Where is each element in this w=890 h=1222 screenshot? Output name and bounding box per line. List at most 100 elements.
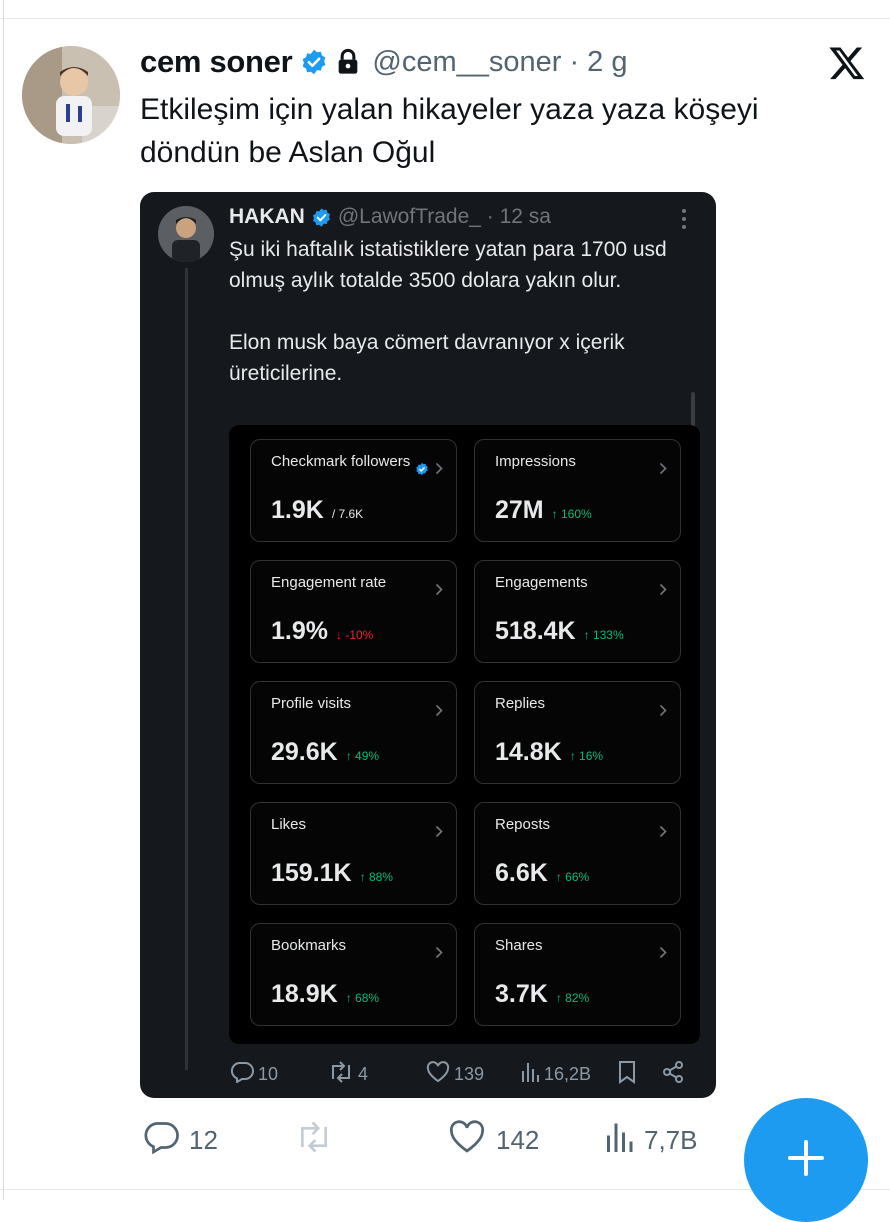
author-name[interactable]: cem soner: [140, 44, 293, 80]
tweet-header: cem soner @cem__soner · 2 g: [140, 42, 628, 82]
author-handle-time[interactable]: @cem__soner · 2 g: [372, 46, 627, 79]
stat-label: Engagement rate: [271, 574, 387, 591]
stat-value: 14.8K: [495, 738, 562, 766]
chevron-right-icon: [435, 583, 443, 601]
like-button[interactable]: 142: [448, 1119, 540, 1161]
quoted-like-button[interactable]: 139: [426, 1060, 484, 1088]
quoted-tweet-card[interactable]: HAKAN @LawofTrade_ · 12 sa Şu iki haftal…: [140, 192, 716, 1098]
stat-change: ↑ 82%: [555, 991, 590, 1005]
chevron-right-icon: [659, 946, 667, 964]
stat-value: 1.9%: [271, 617, 328, 645]
views-count: 7,7B: [644, 1124, 698, 1155]
stat-label: Replies: [495, 695, 546, 712]
stat-label: Shares: [495, 937, 543, 954]
quoted-text: Şu iki haftalık istatistiklere yatan par…: [229, 234, 709, 389]
chevron-right-icon: [659, 583, 667, 601]
quoted-text-paragraph-1: Şu iki haftalık istatistiklere yatan par…: [229, 238, 667, 292]
reply-icon: [143, 1120, 179, 1161]
stat-change: ↑ 16%: [569, 749, 604, 763]
stat-change: ↓ -10%: [335, 628, 374, 642]
stat-label: Impressions: [495, 453, 576, 470]
stat-change: ↑ 66%: [555, 870, 590, 884]
chevron-right-icon: [659, 462, 667, 480]
chevron-right-icon: [435, 946, 443, 964]
stat-card-replies[interactable]: Replies 14.8K ↑ 16%: [474, 681, 681, 784]
stat-change: ↑ 133%: [583, 628, 624, 642]
stat-label: Checkmark followers: [271, 453, 411, 470]
stat-value: 6.6K: [495, 859, 548, 887]
reply-count: 12: [189, 1124, 218, 1155]
views-icon: [520, 1061, 540, 1088]
verified-badge-icon: [300, 48, 328, 76]
heart-icon: [426, 1060, 450, 1088]
stat-card-engagements[interactable]: Engagements 518.4K ↑ 133%: [474, 560, 681, 663]
chevron-right-icon: [435, 462, 443, 480]
avatar-photo: [22, 46, 120, 144]
quoted-bookmark-button[interactable]: [617, 1060, 637, 1088]
like-count: 142: [496, 1124, 540, 1155]
top-divider: [0, 18, 890, 19]
stat-card-reposts[interactable]: Reposts 6.6K ↑ 66%: [474, 802, 681, 905]
compose-button[interactable]: [744, 1098, 868, 1222]
quoted-reply-button[interactable]: 10: [230, 1060, 278, 1088]
stat-change: ↑ 160%: [551, 507, 592, 521]
stat-label: Engagements: [495, 574, 588, 591]
views-icon: [604, 1120, 634, 1161]
heart-icon: [448, 1119, 486, 1161]
views-count: 16,2B: [544, 1063, 592, 1084]
stat-value: 29.6K: [271, 738, 338, 766]
stat-label: Profile visits: [271, 695, 352, 712]
quoted-text-paragraph-2: Elon musk baya cömert davranıyor x içeri…: [229, 331, 625, 385]
thread-line: [185, 268, 188, 1070]
stat-change: ↑ 49%: [345, 749, 380, 763]
stat-value: 1.9K: [271, 496, 324, 524]
views-button[interactable]: 7,7B: [604, 1120, 698, 1160]
quoted-repost-button[interactable]: 4: [328, 1060, 368, 1088]
repost-button[interactable]: [294, 1120, 334, 1160]
quoted-author-name[interactable]: HAKAN: [229, 205, 305, 229]
quoted-avatar[interactable]: [158, 206, 214, 262]
stat-label: Bookmarks: [271, 937, 347, 954]
like-count: 139: [454, 1063, 485, 1084]
stat-card-engagement-rate[interactable]: Engagement rate 1.9% ↓ -10%: [250, 560, 457, 663]
left-divider: [3, 0, 4, 1200]
stat-value: 518.4K: [495, 617, 576, 645]
quoted-views-button[interactable]: 16,2B: [520, 1060, 591, 1088]
chevron-right-icon: [435, 704, 443, 722]
stat-change: ↑ 68%: [345, 991, 380, 1005]
share-icon: [661, 1060, 685, 1089]
quoted-share-button[interactable]: [661, 1060, 685, 1088]
stat-label: Likes: [271, 816, 307, 833]
reply-icon: [230, 1061, 254, 1088]
repost-count: 4: [358, 1063, 369, 1084]
stat-change: ↑ 88%: [359, 870, 393, 884]
stat-label: Reposts: [495, 816, 551, 833]
quoted-handle-time[interactable]: @LawofTrade_ · 12 sa: [338, 205, 551, 229]
stat-card-shares[interactable]: Shares 3.7K ↑ 82%: [474, 923, 681, 1026]
more-options-icon[interactable]: [680, 208, 688, 235]
stat-card-impressions[interactable]: Impressions 27M ↑ 160%: [474, 439, 681, 542]
bookmark-icon: [617, 1060, 637, 1089]
reply-button[interactable]: 12: [143, 1120, 218, 1160]
stat-card-profile-visits[interactable]: Profile visits 29.6K ↑ 49%: [250, 681, 457, 784]
stat-card-checkmark-followers[interactable]: Checkmark followers 1.9K / 7.6K: [250, 439, 457, 542]
stat-value: 27M: [495, 496, 544, 524]
chevron-right-icon: [659, 704, 667, 722]
stat-value: 18.9K: [271, 980, 338, 1008]
stat-card-bookmarks[interactable]: Bookmarks 18.9K ↑ 68%: [250, 923, 457, 1026]
reply-count: 10: [258, 1063, 279, 1084]
tweet-text: Etkileşim için yalan hikayeler yaza yaza…: [140, 93, 759, 169]
stat-card-likes[interactable]: Likes 159.1K ↑ 88%: [250, 802, 457, 905]
stat-value: 3.7K: [495, 980, 548, 1008]
verified-badge-icon: [311, 207, 332, 228]
plus-icon: [786, 1138, 826, 1183]
chevron-right-icon: [659, 825, 667, 843]
analytics-panel: Checkmark followers 1.9K / 7.6K Impressio…: [229, 425, 700, 1044]
quoted-header: HAKAN @LawofTrade_ · 12 sa: [229, 202, 551, 232]
verified-badge-icon: [415, 462, 429, 481]
repost-icon: [328, 1060, 354, 1088]
repost-icon: [294, 1121, 334, 1160]
stat-change: / 7.6K: [331, 507, 364, 521]
avatar[interactable]: [22, 46, 120, 144]
lock-icon: [336, 48, 360, 76]
